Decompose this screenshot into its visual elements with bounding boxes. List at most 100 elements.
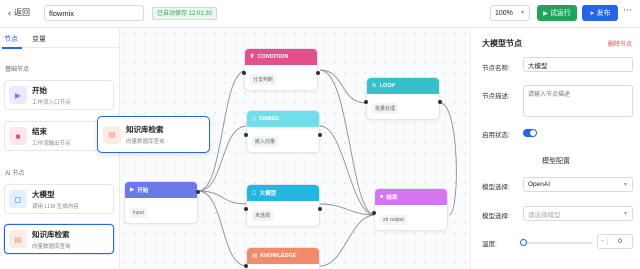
node-name-label: 节点名称:: [482, 65, 510, 72]
group-title-ai: AI 节点: [5, 171, 25, 177]
publish-label: 发布: [596, 10, 611, 17]
wf-node-condition[interactable]: ⊽ CONDITION 分支判断: [242, 48, 320, 91]
temperature-slider[interactable]: [523, 242, 593, 244]
more-options-icon[interactable]: ⋯: [623, 5, 632, 16]
output-port[interactable]: [196, 190, 200, 194]
output-port[interactable]: [318, 207, 322, 211]
chevron-down-icon: ▼: [623, 181, 628, 188]
drag-preview-desc: 向量数据库查询: [126, 139, 165, 145]
node-chip: 分支判断: [250, 74, 277, 85]
back-button[interactable]: ‹ 返回: [8, 7, 30, 18]
temperature-label: 温度:: [482, 241, 497, 248]
node-chip: str output: [380, 215, 407, 225]
edge-embed-end: [319, 125, 376, 216]
play-icon: ▶: [543, 10, 548, 17]
chat-icon: ◻: [9, 190, 27, 208]
database-icon: ▤: [9, 230, 27, 248]
model-select-label: 模型选择:: [482, 213, 510, 220]
node-title: LOOP: [379, 83, 396, 89]
group-title-basic: 基础节点: [5, 67, 30, 73]
sidebar-item-knowledge[interactable]: ▤ 知识库检索 向量数据库查询: [4, 224, 114, 254]
enabled-toggle[interactable]: [523, 129, 537, 137]
wf-node-llm[interactable]: ◻ 大模型 未选择: [244, 184, 322, 227]
drag-preview-title: 知识库检索: [126, 125, 164, 134]
output-port[interactable]: [438, 100, 442, 104]
model-provider-select[interactable]: OpenAI ▼: [523, 177, 633, 192]
wf-node-start[interactable]: ▶ 开始 input: [124, 181, 200, 224]
model-provider-value: OpenAI: [528, 181, 551, 188]
minus-icon[interactable]: −: [598, 238, 608, 245]
back-label: 返回: [14, 8, 30, 17]
output-port[interactable]: [316, 71, 320, 75]
input-port[interactable]: [372, 211, 376, 215]
edge-start-knowledge: [197, 190, 248, 267]
chat-icon: ◻: [252, 190, 257, 196]
tab-variables[interactable]: 变量: [32, 34, 46, 44]
node-title: 大模型: [259, 191, 277, 197]
sidebar-item-desc: 向量数据库查询: [32, 243, 71, 250]
delete-node-button[interactable]: 删除节点: [608, 39, 632, 48]
node-chip: 批量处理: [372, 103, 399, 114]
sidebar-item-label: 知识库检索: [32, 229, 70, 239]
stop-icon: ■: [380, 194, 384, 200]
edge-condition-loop: [319, 69, 367, 104]
test-run-button[interactable]: ▶ 试运行: [537, 5, 577, 21]
sidebar-item-label: 大模型: [32, 189, 55, 199]
model-select-placeholder: 请选择模型: [528, 211, 561, 219]
sidebar-item-desc: 调用 LLM 生成内容: [32, 203, 79, 210]
node-title: EMBED: [259, 116, 280, 122]
wf-node-knowledge[interactable]: ▤ KNOWLEDGE: [244, 247, 320, 269]
input-port[interactable]: [244, 264, 248, 268]
sidebar-item-label: 开始: [32, 85, 47, 95]
input-port[interactable]: [244, 207, 248, 211]
loop-icon: ↻: [372, 83, 377, 89]
wf-node-end[interactable]: ■ 结束 str output: [372, 188, 448, 231]
node-title: 结束: [386, 195, 398, 201]
input-port[interactable]: [242, 71, 246, 75]
wf-node-embed[interactable]: ◇ EMBED 嵌入向量: [244, 110, 322, 153]
temperature-slider-thumb[interactable]: [520, 239, 527, 246]
diamond-icon: ◇: [252, 116, 257, 122]
zoom-select[interactable]: 100% ▼: [490, 5, 530, 21]
workflow-name-input[interactable]: [44, 5, 144, 21]
enabled-label: 启用状态:: [482, 132, 510, 139]
sidebar-item-llm[interactable]: ◻ 大模型 调用 LLM 生成内容: [4, 184, 114, 214]
panel-title: 大模型节点: [482, 39, 522, 48]
publish-button[interactable]: ➤ 发布: [582, 5, 618, 21]
active-tab-indicator: [2, 47, 22, 49]
output-port[interactable]: [318, 133, 322, 137]
node-title: CONDITION: [257, 54, 289, 60]
drag-preview-knowledge[interactable]: ▤ 知识库检索 向量数据库查询: [97, 116, 210, 153]
node-header: ⊽ CONDITION: [245, 49, 317, 65]
chevron-down-icon: ▼: [623, 210, 628, 217]
zoom-value: 100%: [495, 9, 513, 17]
arrow-left-icon: ‹: [8, 7, 11, 18]
temperature-stepper[interactable]: − 0: [597, 234, 633, 249]
test-run-label: 试运行: [549, 10, 571, 17]
input-port[interactable]: [244, 133, 248, 137]
database-icon: ▤: [252, 253, 258, 259]
wf-node-loop[interactable]: ↻ LOOP 批量处理: [364, 77, 442, 120]
node-chip: 未选择: [252, 210, 274, 221]
top-toolbar: ‹ 返回 已自动保存 12:01:30 100% ▼ ▶ 试运行 ➤ 发布 ⋯: [0, 0, 640, 28]
temperature-value: 0: [618, 238, 622, 245]
model-choice-label: 模型选择:: [482, 184, 510, 191]
node-desc-input[interactable]: [523, 85, 633, 117]
node-desc-label: 节点描述:: [482, 93, 510, 100]
node-title: KNOWLEDGE: [260, 253, 297, 259]
save-status-badge: 已自动保存 12:01:30: [152, 7, 218, 20]
node-chip: input: [130, 208, 147, 218]
node-config-panel: 大模型节点 删除节点 节点名称: 节点描述: 启用状态: 模型配置 模型选择: …: [470, 28, 640, 269]
node-title: 开始: [137, 188, 149, 194]
sidebar-item-desc: 工作流输出节点: [32, 140, 71, 147]
node-name-input[interactable]: [523, 57, 633, 72]
input-port[interactable]: [364, 100, 368, 104]
stop-icon: ■: [9, 127, 27, 145]
sidebar-item-desc: 工作流入口节点: [32, 99, 71, 106]
model-select[interactable]: 请选择模型 ▼: [523, 206, 633, 221]
edge-knowledge-end: [319, 214, 376, 267]
tab-nodes[interactable]: 节点: [4, 34, 18, 44]
send-icon: ➤: [589, 10, 595, 17]
play-circle-icon: ▶: [9, 86, 27, 104]
sidebar-item-start[interactable]: ▶ 开始 工作流入口节点: [4, 80, 114, 110]
